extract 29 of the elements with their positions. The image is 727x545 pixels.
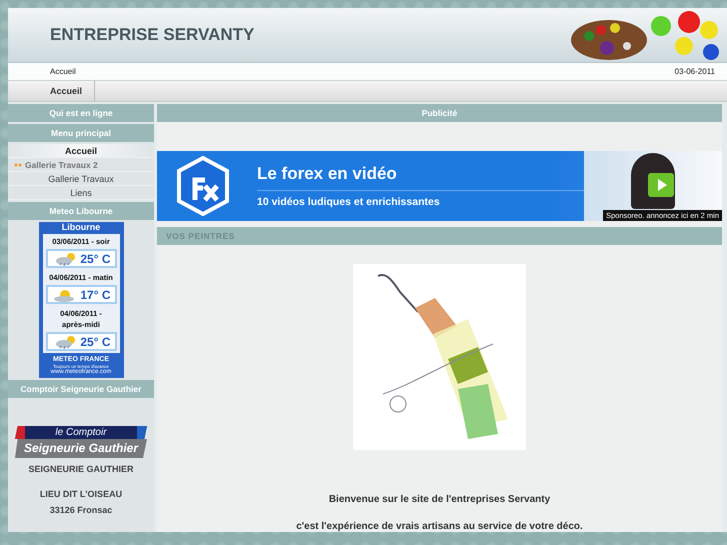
date-text: 03-06-2011 <box>674 67 715 76</box>
shop-name: SEIGNEURIE GAUTHIER <box>28 464 134 474</box>
city-name: Libourne <box>62 222 100 234</box>
section-header: Publicité <box>157 104 722 122</box>
breadcrumb: Accueil <box>50 67 76 76</box>
bullet-icon <box>14 162 22 166</box>
temperature: 25° C <box>80 334 110 348</box>
menu-item[interactable]: Accueil <box>8 144 154 158</box>
welcome-text: Bienvenue sur le site de l'entreprises Servanty <box>328 494 552 505</box>
menu-item[interactable]: Gallerie Travaux 2 <box>8 158 154 172</box>
site-title: ENTREPRISE SERVANTY <box>50 25 254 45</box>
address-line: 33126 Fronsac <box>50 504 112 517</box>
welcome-text: c'est l'expérience de vrais artisans au service de votre déco. <box>295 521 584 532</box>
section-header: Menu principal <box>8 124 154 142</box>
temperature: 25° C <box>80 252 110 266</box>
nav-tab[interactable]: Accueil <box>8 81 96 101</box>
ad-headline: Le forex en vidéo <box>257 164 584 191</box>
section-header: Meteo Libourne <box>8 202 154 220</box>
menu-item[interactable]: Liens <box>8 186 154 200</box>
section-header: Qui est en ligne <box>8 104 154 122</box>
fx-logo-icon <box>177 156 229 216</box>
section-header: Comptoir Seigneurie Gauthier <box>8 380 154 398</box>
address-line: LIEU DIT L'OISEAU <box>40 488 122 501</box>
shop-logo: le Comptoir Seigneurie Gauthier <box>15 426 147 458</box>
sun-cloud-icon <box>52 287 76 302</box>
play-icon[interactable] <box>648 173 674 197</box>
temperature: 17° C <box>80 288 110 302</box>
ad-subline: 10 vidéos ludiques et enrichissantes <box>257 195 441 208</box>
menu-item[interactable]: Gallerie Travaux <box>8 172 154 186</box>
